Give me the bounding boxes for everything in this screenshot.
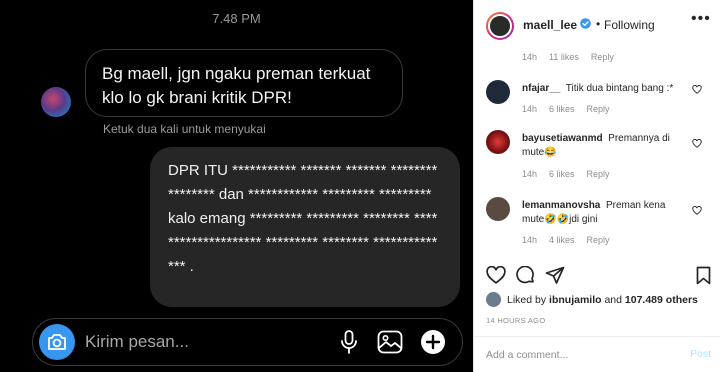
comment-time: 14h [522,52,538,62]
comment-time: 14h [522,169,538,179]
comment-username[interactable]: nfajar__ [522,83,560,94]
comment-likes[interactable]: 6 likes [549,169,575,179]
post-header: maell_lee • Following ••• [474,0,720,50]
comment-time: 14h [522,104,538,114]
comment-meta: 14h 6 likes Reply [522,169,622,179]
comment-meta: 14h 11 likes Reply [522,52,614,62]
heart-icon[interactable] [692,139,702,148]
incoming-message-bubble: Bg maell, jgn ngaku preman terkuat klo l… [85,49,403,117]
comment-body: Titik dua bintang bang :* [565,83,674,94]
avatar[interactable] [486,130,510,154]
avatar[interactable] [486,197,510,221]
comment-meta: 14h 6 likes Reply [522,104,622,114]
chat-screenshot: 7.48 PM Bg maell, jgn ngaku preman terku… [0,0,473,372]
avatar[interactable] [486,12,514,40]
avatar-image [488,14,512,38]
comment-icon[interactable] [516,266,535,285]
chat-timestamp: 7.48 PM [212,11,261,26]
avatar[interactable] [486,80,510,104]
liked-by-label: Liked by [507,294,547,306]
following-button[interactable]: Following [604,18,655,32]
mic-button[interactable] [335,328,363,356]
outgoing-message-bubble: DPR ITU *********** ******* ******* ****… [150,147,460,307]
reply-button[interactable]: Reply [591,52,614,62]
sender-avatar [41,87,71,117]
gallery-button[interactable] [376,328,404,356]
heart-icon[interactable] [692,85,702,94]
post-username[interactable]: maell_lee [523,18,577,32]
plus-icon [421,330,445,354]
reply-button[interactable]: Reply [587,169,610,179]
comment-username[interactable]: lemanmanovsha [522,200,600,211]
bookmark-icon[interactable] [696,266,711,285]
comment-box: Post [474,336,720,372]
share-icon[interactable] [545,266,565,284]
comment-likes[interactable]: 11 likes [549,52,579,62]
likes-conjunction: and [604,294,622,306]
post-button[interactable]: Post [690,348,711,360]
avatar[interactable] [486,292,501,307]
heart-icon[interactable] [486,266,506,284]
instagram-post-panel: maell_lee • Following ••• 14h 11 likes Rep… [473,0,720,372]
comment-likes[interactable]: 4 likes [549,235,575,245]
verified-icon [580,18,591,29]
more-options-button[interactable]: ••• [691,10,711,28]
likes-text: Liked by ibnujamilo and 107.489 others [507,294,698,306]
gallery-icon [377,330,403,354]
comment-input[interactable] [486,347,666,363]
comment-text: nfajar__ Titik dua bintang bang :* [522,82,682,96]
post-date: 14 HOURS AGO [486,316,546,325]
comment-meta: 14h 4 likes Reply [522,235,622,245]
camera-button[interactable] [39,324,75,360]
message-input[interactable] [85,330,305,354]
mic-icon [341,330,357,354]
comment-likes[interactable]: 6 likes [549,104,575,114]
message-composer [32,318,463,366]
reply-button[interactable]: Reply [587,235,610,245]
liker-username[interactable]: ibnujamilo [549,294,602,306]
comment-time: 14h [522,235,538,245]
double-tap-like-hint: Ketuk dua kali untuk menyukai [103,122,266,136]
header-separator: • [596,17,601,31]
comment-username[interactable]: bayusetiawanmd [522,133,603,144]
comment-text: lemanmanovsha Preman kena mute🤣🤣jdi gini [522,199,682,227]
comment-text: bayusetiawanmd Premannya di mute😂 [522,132,682,160]
reply-button[interactable]: Reply [587,104,610,114]
camera-icon [48,334,66,350]
plus-button[interactable] [419,328,447,356]
heart-icon[interactable] [692,206,702,215]
post-actions [474,262,720,292]
others-count-link[interactable]: 107.489 others [625,294,698,306]
